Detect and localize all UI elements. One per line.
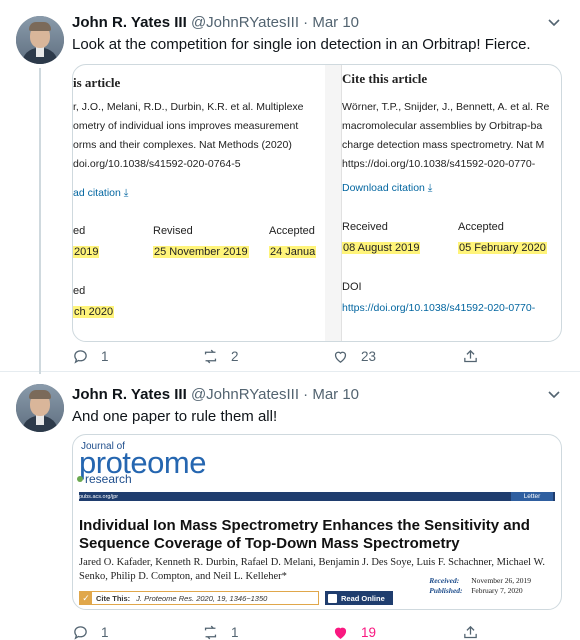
share-button[interactable] <box>462 346 491 366</box>
reply-button[interactable]: 1 <box>72 346 109 366</box>
accepted-date: 05 February 2020 <box>458 242 547 254</box>
retweet-button[interactable]: 1 <box>202 622 239 640</box>
author-handle[interactable]: @JohnRYatesIII <box>191 386 299 403</box>
received-date: 08 August 2019 <box>342 242 421 254</box>
tweet-header: John R. Yates III @JohnRYatesIII · Mar 1… <box>72 14 359 31</box>
revised-date: 25 November 2019 <box>153 246 249 258</box>
attached-image[interactable]: Journal of proteome research pubs.acs.or… <box>72 434 562 610</box>
chevron-down-icon[interactable] <box>546 14 562 30</box>
read-online-label: Read Online <box>341 593 385 603</box>
like-count: 23 <box>361 348 377 364</box>
reply-count: 1 <box>101 348 109 364</box>
author-name[interactable]: John R. Yates III <box>72 14 187 31</box>
tweet-text: And one paper to rule them all! <box>72 408 278 425</box>
citation-line: Wörner, T.P., Snijder, J., Bennett, A. e… <box>342 101 550 113</box>
tweet-header: John R. Yates III @JohnRYatesIII · Mar 1… <box>72 386 359 403</box>
received-label: ed <box>73 225 86 237</box>
share-icon <box>464 349 477 362</box>
retweet-count: 2 <box>231 348 239 364</box>
like-count: 19 <box>361 624 377 640</box>
citation-line: charge detection mass spectrometry. Nat … <box>342 139 545 151</box>
author-handle[interactable]: @JohnRYatesIII <box>191 14 299 31</box>
reply-count: 1 <box>101 624 109 640</box>
doi-link: https://doi.org/10.1038/s41592-020-0770- <box>342 302 536 314</box>
author-name[interactable]: John R. Yates III <box>72 386 187 403</box>
paper-title: Individual Ion Mass Spectrometry Enhance… <box>79 517 530 552</box>
share-icon <box>464 625 477 638</box>
citation-line: https://doi.org/10.1038/s41592-020-0770- <box>342 158 536 170</box>
paper-dates: Received: November 26, 2019 Published: Feb… <box>429 576 531 596</box>
received-date: 2019 <box>73 246 100 258</box>
article-panel-left: is article r, J.O., Melani, R.D., Durbin… <box>73 65 325 341</box>
tweet-actions: 1 2 23 <box>72 346 492 366</box>
like-icon <box>334 627 347 639</box>
reply-icon <box>74 349 87 364</box>
accepted-label: Accepted <box>269 225 315 237</box>
journal-name-suffix: research <box>85 472 132 486</box>
like-button[interactable]: 19 <box>332 622 376 640</box>
read-online-box: Read Online <box>325 591 393 605</box>
citation-line: orms and their complexes. Nat Methods (2… <box>73 139 292 151</box>
separator-dot: · <box>303 386 309 403</box>
journal-url: pubs.acs.org/jpr <box>79 494 119 500</box>
like-button[interactable]: 23 <box>332 346 376 366</box>
retweet-button[interactable]: 2 <box>202 346 239 366</box>
tweet-date[interactable]: Mar 10 <box>312 386 359 403</box>
cite-value: J. Proteome Res. 2020, 19, 1346−1350 <box>136 593 268 603</box>
article-type-badge: Letter <box>511 492 553 501</box>
panel-title: is article <box>73 75 121 90</box>
share-button[interactable] <box>462 622 491 640</box>
chevron-down-icon[interactable] <box>546 386 562 402</box>
accepted-date: 24 Janua <box>269 246 317 258</box>
avatar[interactable] <box>16 384 64 432</box>
citation-line: r, J.O., Melani, R.D., Durbin, K.R. et a… <box>73 101 304 113</box>
reply-button[interactable]: 1 <box>72 622 109 640</box>
received-label: Received: <box>429 576 460 585</box>
retweet-icon <box>204 349 217 363</box>
article-panel-right: Cite this article Wörner, T.P., Snijder,… <box>341 65 561 341</box>
retweet-count: 1 <box>231 624 239 640</box>
panel-title: Cite this article <box>342 71 428 86</box>
doi-label: DOI <box>342 281 362 293</box>
tweet-actions: 1 1 19 <box>72 622 492 640</box>
checkmark-icon: ✓ <box>80 592 92 604</box>
download-citation-link: ad citation ⤓ <box>73 187 129 199</box>
accepted-label: Accepted <box>458 221 504 233</box>
tweet[interactable]: John R. Yates III @JohnRYatesIII · Mar 1… <box>0 372 580 640</box>
published-label: Published: <box>429 586 463 595</box>
tweet-date[interactable]: Mar 10 <box>312 14 359 31</box>
tweet[interactable]: John R. Yates III @JohnRYatesIII · Mar 1… <box>0 0 580 374</box>
published-label: ed <box>73 285 86 297</box>
download-citation-link: Download citation ⤓ <box>342 182 433 194</box>
journal-header-bar <box>79 492 555 501</box>
received-date: November 26, 2019 <box>471 576 531 585</box>
attached-image[interactable]: is article r, J.O., Melani, R.D., Durbin… <box>72 64 562 342</box>
tweet-text: Look at the competition for single ion d… <box>72 36 531 53</box>
cite-label: Cite This: <box>96 593 131 603</box>
journal-logo-dot <box>77 476 83 482</box>
published-date: February 7, 2020 <box>471 586 523 595</box>
retweet-icon <box>204 625 217 639</box>
published-date: ch 2020 <box>73 306 115 318</box>
reply-icon <box>74 625 87 640</box>
separator-dot: · <box>303 14 309 31</box>
panel-divider <box>325 65 341 341</box>
like-icon <box>334 351 347 363</box>
avatar[interactable] <box>16 16 64 64</box>
thread-connector <box>39 68 41 374</box>
citation-line: ometry of individual ions improves measu… <box>73 120 299 132</box>
citation-line: doi.org/10.1038/s41592-020-0764-5 <box>73 158 241 170</box>
received-label: Received <box>342 221 388 233</box>
revised-label: Revised <box>153 225 193 237</box>
read-online-icon <box>328 593 337 603</box>
cite-this-box: ✓ Cite This: J. Proteome Res. 2020, 19, … <box>79 591 319 605</box>
citation-line: macromolecular assemblies by Orbitrap-ba <box>342 120 543 132</box>
